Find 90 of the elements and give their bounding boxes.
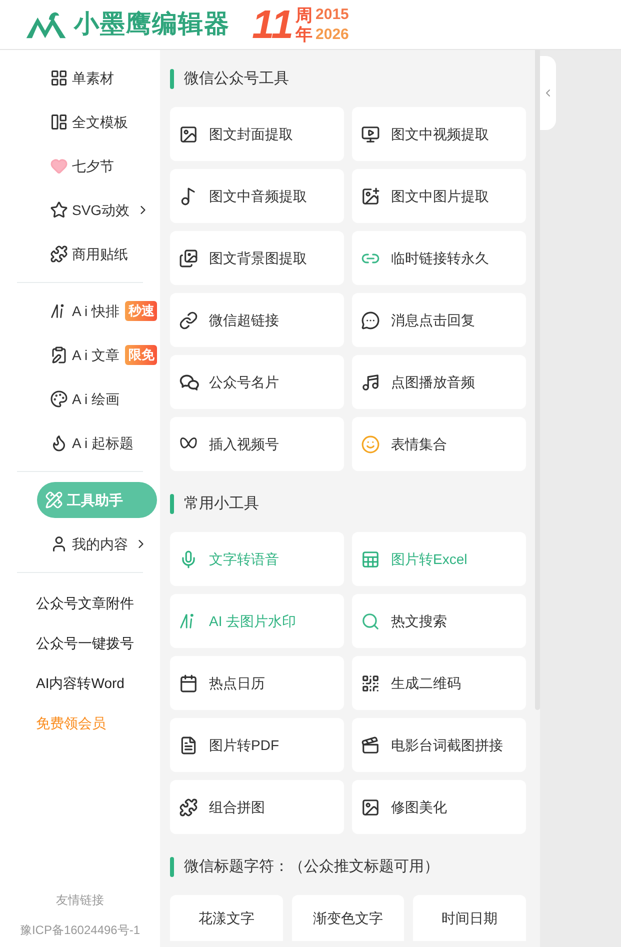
section-title: 微信公众号工具: [184, 68, 289, 89]
sidebar-item[interactable]: 全文模板: [37, 104, 132, 140]
sidebar-item[interactable]: A i 文章 限免: [37, 337, 162, 373]
badge: 限免: [125, 345, 158, 365]
anniversary-year: 2015: [316, 7, 349, 22]
section-marker: [170, 857, 174, 877]
sidebar-item[interactable]: 商用贴纸: [37, 236, 132, 272]
collapse-tab[interactable]: [540, 56, 556, 130]
chip-button[interactable]: 渐变色文字: [292, 895, 404, 941]
table-icon: [361, 550, 380, 568]
tool-card[interactable]: 表情集合: [352, 417, 526, 471]
sidebar-label: A i 绘画: [72, 390, 120, 408]
tool-card[interactable]: 插入视频号: [170, 417, 344, 471]
tool-card[interactable]: 电影台词截图拼接: [352, 718, 526, 772]
clapperboard-icon: [361, 736, 380, 754]
section-title: 微信标题字符：（公众推文标题可用）: [184, 856, 439, 877]
tool-card[interactable]: 微信超链接: [170, 293, 344, 347]
music-icon: [179, 186, 198, 206]
icp-number: 豫ICP备16024496号-1: [20, 922, 140, 939]
anniversary-label: 年: [296, 26, 313, 42]
user-icon: [50, 535, 68, 553]
tool-card[interactable]: 热文搜索: [352, 594, 526, 648]
badge: 秒速: [125, 301, 158, 321]
smile-icon: [361, 434, 380, 454]
section-title: 常用小工具: [184, 494, 259, 514]
chat-icon: [361, 310, 380, 330]
sidebar-item[interactable]: 单素材: [37, 60, 118, 96]
tool-card[interactable]: 图文封面提取: [170, 107, 344, 161]
sidebar-label: A i 起标题: [72, 434, 134, 452]
tool-card[interactable]: 图文中视频提取: [352, 107, 526, 161]
search-icon: [361, 612, 380, 630]
anniversary-number: 11: [252, 4, 294, 44]
puzzle-icon: [179, 798, 198, 816]
sidebar-item[interactable]: 我的内容: [37, 526, 152, 562]
sidebar-label: A i 快排: [72, 302, 120, 320]
sidebar-item[interactable]: A i 绘画: [37, 381, 124, 417]
sidebar-label: 全文模板: [72, 112, 128, 132]
video-icon: [361, 124, 380, 144]
calendar-icon: [179, 674, 198, 692]
star-icon: [50, 201, 68, 219]
grid-icon: [50, 69, 68, 87]
section-marker: [170, 69, 174, 89]
logo-text: 小墨鹰编辑器: [74, 8, 230, 40]
sidebar-label: 七夕节: [72, 156, 114, 176]
sidebar-label: 商用贴纸: [72, 244, 128, 264]
tool-card[interactable]: 组合拼图: [170, 780, 344, 834]
chip-button[interactable]: 时间日期: [413, 895, 526, 941]
sidebar-link[interactable]: 公众号文章附件: [17, 583, 143, 623]
tool-card[interactable]: 公众号名片: [170, 355, 344, 409]
sidebar-link[interactable]: AI内容转Word: [17, 663, 143, 703]
tool-card[interactable]: 消息点击回复: [352, 293, 526, 347]
sidebar-label: 单素材: [72, 68, 114, 88]
sidebar-item[interactable]: 七夕节: [37, 148, 118, 184]
anniversary-year: 2026: [316, 27, 349, 42]
image-icon: [361, 798, 380, 816]
sidebar-label: SVG动效: [72, 200, 130, 220]
tool-card[interactable]: 临时链接转永久: [352, 231, 526, 285]
qr-code-icon: [361, 674, 380, 692]
flame-icon: [50, 434, 68, 452]
section-marker: [170, 494, 174, 514]
sidebar-label: A i 文章: [72, 346, 120, 364]
ruler-pencil-icon: [45, 491, 63, 509]
layout-icon: [50, 113, 68, 131]
image-plus-icon: [361, 186, 380, 206]
microphone-icon: [179, 550, 198, 568]
sidebar-item[interactable]: A i 起标题: [37, 425, 138, 461]
sidebar-label: 工具助手: [67, 490, 123, 510]
tool-card[interactable]: 图文背景图提取: [170, 231, 344, 285]
heart-icon: [50, 157, 68, 175]
tool-card[interactable]: 修图美化: [352, 780, 526, 834]
tool-card[interactable]: 图片转PDF: [170, 718, 344, 772]
sidebar-item[interactable]: SVG动效: [37, 192, 154, 228]
palette-icon: [50, 390, 68, 408]
music-icon: [361, 372, 380, 392]
file-icon: [179, 736, 198, 754]
tool-card[interactable]: 图文中图片提取: [352, 169, 526, 223]
tool-card[interactable]: 图文中音频提取: [170, 169, 344, 223]
document-icon: [50, 346, 68, 364]
sidebar-item[interactable]: A i 快排 秒速: [37, 293, 162, 329]
tool-card[interactable]: 点图播放音频: [352, 355, 526, 409]
sidebar-link[interactable]: 公众号一键拨号: [17, 623, 143, 663]
tool-card[interactable]: 生成二维码: [352, 656, 526, 710]
image-icon: [179, 124, 198, 144]
anniversary-label: 周: [296, 6, 313, 24]
puzzle-icon: [50, 245, 68, 263]
link-icon: [179, 310, 198, 330]
tool-card[interactable]: 热点日历: [170, 656, 344, 710]
images-icon: [179, 248, 198, 268]
chip-button[interactable]: 花漾文字: [170, 895, 283, 941]
sidebar-label: 我的内容: [72, 534, 128, 554]
